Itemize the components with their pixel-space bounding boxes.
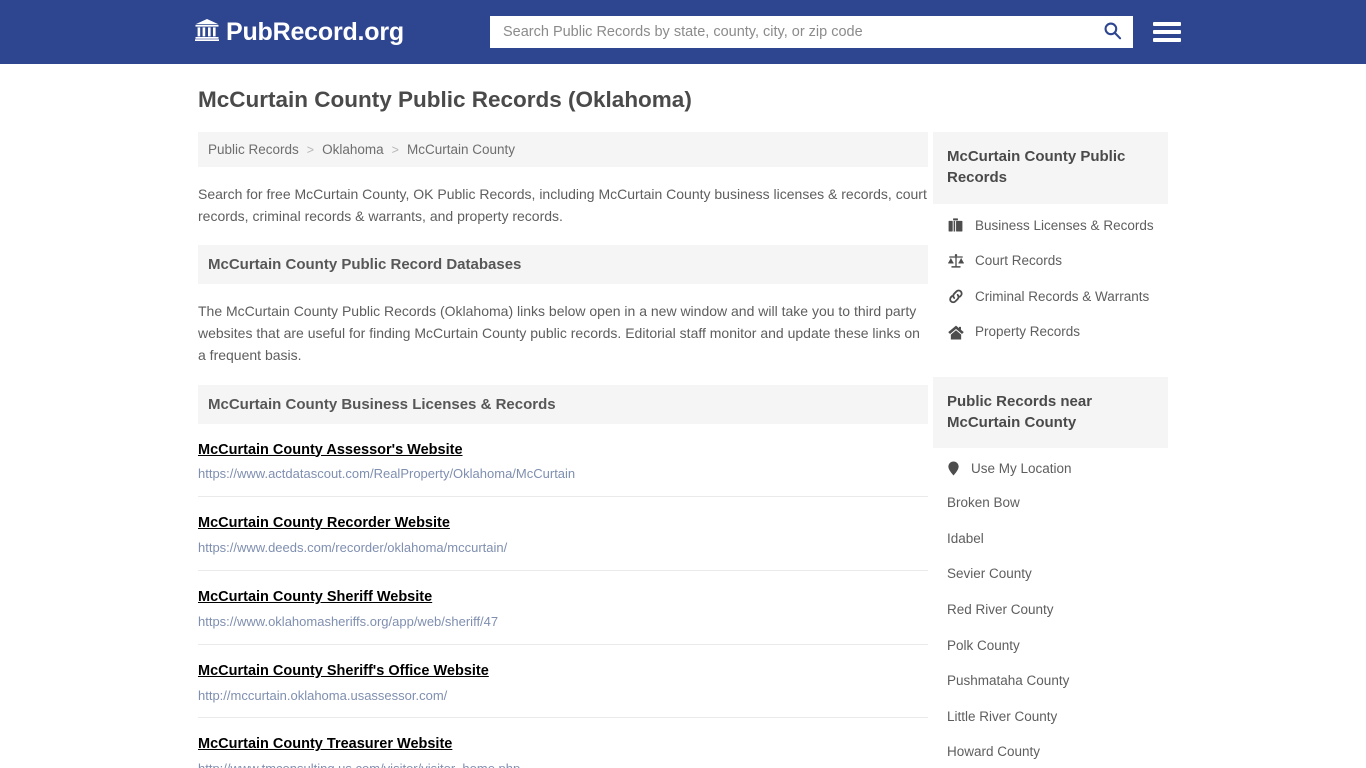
sidebar-item-pushmataha-county[interactable]: Pushmataha County: [933, 663, 1168, 699]
sidebar-item-label: Court Records: [975, 253, 1063, 269]
breadcrumb-item-oklahoma[interactable]: Oklahoma: [322, 142, 384, 157]
record-title-link[interactable]: McCurtain County Sheriff Website: [198, 588, 432, 607]
record-url-link[interactable]: https://www.actdatascout.com/RealPropert…: [198, 466, 928, 483]
search-button[interactable]: [1094, 17, 1132, 47]
sidebar-item-label: Use My Location: [971, 461, 1072, 477]
site-logo-text: PubRecord.org: [226, 17, 404, 46]
two-column-layout: Public Records > Oklahoma > McCurtain Co…: [198, 132, 1168, 768]
record-url-link[interactable]: http://www.tmconsulting.us.com/visitor/v…: [198, 761, 928, 768]
record-title-link[interactable]: McCurtain County Treasurer Website: [198, 735, 452, 754]
sidebar-item-business-licenses[interactable]: Business Licenses & Records: [933, 208, 1168, 244]
sidebar-item-property-records[interactable]: Property Records: [933, 314, 1168, 350]
sidebar-item-label: Idabel: [947, 530, 984, 546]
sidebar-item-label: Little River County: [947, 708, 1058, 724]
sidebar-item-use-my-location[interactable]: Use My Location: [933, 452, 1168, 485]
sidebar-item-label: Red River County: [947, 602, 1054, 618]
breadcrumb-separator: >: [306, 142, 315, 157]
search-input[interactable]: [490, 17, 1094, 47]
sidebar-item-label: Criminal Records & Warrants: [975, 288, 1150, 304]
sidebar-item-court-records[interactable]: Court Records: [933, 243, 1168, 279]
record-url-link[interactable]: https://www.deeds.com/recorder/oklahoma/…: [198, 540, 928, 557]
site-logo[interactable]: PubRecord.org: [195, 17, 404, 46]
header-search: [489, 16, 1181, 48]
balance-scale-icon: [947, 253, 964, 268]
breadcrumb: Public Records > Oklahoma > McCurtain Co…: [198, 132, 928, 167]
section-header-business-licenses: McCurtain County Business Licenses & Rec…: [198, 384, 928, 424]
sidebar-card-records: McCurtain County Public Records Business…: [933, 132, 1168, 350]
sidebar: McCurtain County Public Records Business…: [933, 132, 1168, 768]
sidebar-item-label: Business Licenses & Records: [975, 217, 1154, 233]
databases-description: The McCurtain County Public Records (Okl…: [198, 303, 920, 364]
bank-building-icon: [195, 18, 219, 46]
record-title-link[interactable]: McCurtain County Assessor's Website: [198, 441, 463, 460]
sidebar-item-red-river-county[interactable]: Red River County: [933, 592, 1168, 628]
sidebar-heading-nearby: Public Records near McCurtain County: [933, 376, 1168, 449]
sidebar-item-little-river-county[interactable]: Little River County: [933, 699, 1168, 735]
site-header: PubRecord.org: [0, 0, 1366, 64]
sidebar-records-list: Business Licenses & Records Court Record…: [933, 204, 1168, 350]
record-url-link[interactable]: https://www.oklahomasheriffs.org/app/web…: [198, 614, 928, 631]
breadcrumb-item-mccurtain-county[interactable]: McCurtain County: [407, 142, 515, 157]
page-body: McCurtain County Public Records (Oklahom…: [0, 64, 1366, 768]
page-title: McCurtain County Public Records (Oklahom…: [198, 87, 692, 112]
sidebar-item-label: Sevier County: [947, 566, 1032, 582]
sidebar-item-idabel[interactable]: Idabel: [933, 521, 1168, 557]
sidebar-item-label: Pushmataha County: [947, 673, 1070, 689]
record-row: McCurtain County Sheriff Website https:/…: [198, 571, 928, 645]
hamburger-bar: [1152, 22, 1181, 26]
sidebar-item-sevier-county[interactable]: Sevier County: [933, 556, 1168, 592]
record-row: McCurtain County Treasurer Website http:…: [198, 718, 928, 768]
sidebar-item-criminal-records[interactable]: Criminal Records & Warrants: [933, 279, 1168, 315]
record-title-link[interactable]: McCurtain County Recorder Website: [198, 514, 450, 533]
home-icon: [947, 325, 964, 340]
hamburger-bar: [1152, 30, 1181, 34]
sidebar-item-label: Howard County: [947, 744, 1041, 760]
record-link-list: McCurtain County Assessor's Website http…: [198, 424, 928, 768]
record-row: McCurtain County Assessor's Website http…: [198, 424, 928, 498]
sidebar-heading-records: McCurtain County Public Records: [933, 132, 1168, 204]
page-intro-text: Search for free McCurtain County, OK Pub…: [198, 186, 927, 225]
sidebar-item-label: Polk County: [947, 637, 1020, 653]
sidebar-item-label: Property Records: [975, 324, 1081, 340]
record-url-link[interactable]: http://mccurtain.oklahoma.usassessor.com…: [198, 688, 928, 705]
search-box: [489, 16, 1133, 48]
record-row: McCurtain County Sheriff's Office Websit…: [198, 645, 928, 719]
breadcrumb-separator: >: [391, 142, 399, 157]
main-column: Public Records > Oklahoma > McCurtain Co…: [198, 132, 928, 768]
sidebar-item-broken-bow[interactable]: Broken Bow: [933, 485, 1168, 521]
hamburger-menu-icon[interactable]: [1152, 20, 1181, 44]
hamburger-bar: [1152, 38, 1181, 42]
sidebar-item-howard-county[interactable]: Howard County: [933, 734, 1168, 768]
content-container: McCurtain County Public Records (Oklahom…: [198, 64, 1168, 768]
breadcrumb-item-public-records[interactable]: Public Records: [208, 142, 299, 157]
record-row: McCurtain County Recorder Website https:…: [198, 497, 928, 572]
record-title-link[interactable]: McCurtain County Sheriff's Office Websit…: [198, 662, 489, 681]
sidebar-item-polk-county[interactable]: Polk County: [933, 628, 1168, 664]
sidebar-card-nearby: Public Records near McCurtain County Use…: [933, 376, 1168, 768]
sidebar-item-label: Broken Bow: [947, 495, 1020, 511]
sidebar-nearby-list: Use My Location Broken Bow Idabel Sevier…: [933, 448, 1168, 768]
section-header-databases: McCurtain County Public Record Databases: [198, 245, 928, 285]
chain-link-icon: [947, 289, 964, 304]
briefcase-icon: [947, 218, 964, 232]
map-pin-icon: [947, 461, 960, 476]
search-icon: [1103, 21, 1122, 43]
